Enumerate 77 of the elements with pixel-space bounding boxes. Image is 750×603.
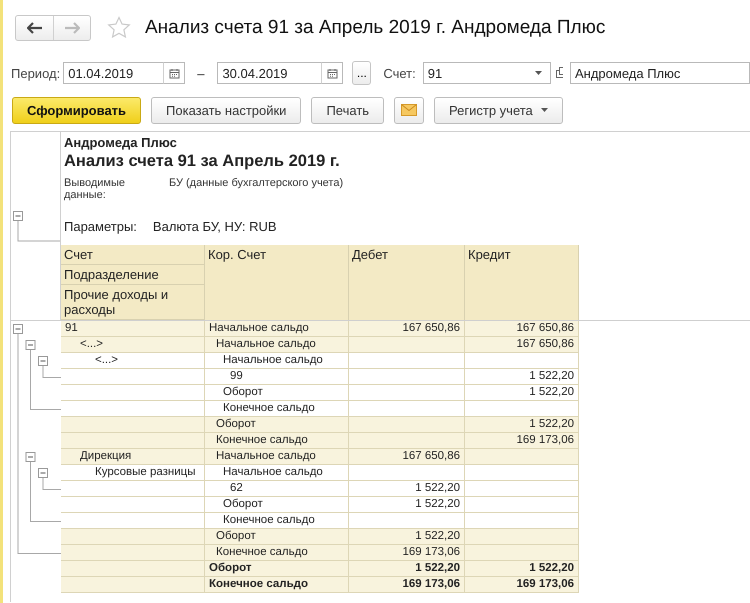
collapse-icon[interactable] bbox=[13, 211, 23, 221]
credit-cell: 1 522,20 bbox=[465, 417, 579, 433]
window-title: Анализ счета 91 за Апрель 2019 г. Андромеда Плюс bbox=[145, 17, 606, 39]
column-header: Прочие доходы и расходы bbox=[61, 285, 205, 320]
debit-cell: 1 522,20 bbox=[349, 529, 465, 545]
dash-separator: – bbox=[197, 66, 204, 80]
debit-cell: 1 522,20 bbox=[349, 481, 465, 497]
account-cell: 91 bbox=[61, 321, 205, 337]
date-field[interactable]: 01.04.2019 bbox=[63, 62, 164, 84]
correspondent-cell: Оборот bbox=[205, 497, 349, 513]
organization-name: Андромеда Плюс bbox=[64, 135, 178, 150]
correspondent-cell: Оборот bbox=[205, 529, 349, 545]
correspondent-cell: Начальное сальдо bbox=[205, 449, 349, 465]
collapse-icon[interactable] bbox=[38, 468, 48, 478]
register-dropdown[interactable]: Регистр учета bbox=[434, 96, 563, 124]
generate-button[interactable]: Сформировать bbox=[12, 96, 142, 124]
collapse-icon[interactable] bbox=[26, 452, 36, 462]
more-button[interactable]: ... bbox=[352, 61, 372, 85]
open-icon[interactable] bbox=[556, 67, 563, 79]
report-heading: Анализ счета 91 за Апрель 2019 г. bbox=[64, 152, 341, 171]
caret-icon bbox=[540, 108, 548, 112]
output-value: БУ (данные бухгалтерского учета) bbox=[169, 177, 344, 191]
column-header: Кор. Счет bbox=[205, 245, 349, 320]
credit-cell: 1 522,20 bbox=[465, 561, 579, 577]
envelope-icon bbox=[401, 104, 418, 116]
credit-cell: 167 650,86 bbox=[465, 321, 579, 337]
column-header: Счет bbox=[61, 245, 205, 265]
correspondent-cell: Оборот bbox=[205, 385, 349, 401]
toolbar-button[interactable]: Печать bbox=[311, 96, 384, 124]
period-label: Период: bbox=[11, 66, 60, 80]
correspondent-cell: Оборот bbox=[205, 417, 349, 433]
correspondent-cell: Начальное сальдо bbox=[205, 337, 349, 353]
calendar-icon[interactable] bbox=[326, 68, 338, 78]
left-arrow-icon bbox=[26, 22, 42, 34]
credit-cell: 1 522,20 bbox=[465, 369, 579, 385]
account-cell: <...> bbox=[61, 337, 205, 353]
correspondent-cell: Конечное сальдо bbox=[205, 433, 349, 449]
parameters-label: Параметры: bbox=[64, 219, 137, 236]
correspondent-cell: Конечное сальдо bbox=[205, 401, 349, 417]
tree-line bbox=[18, 220, 60, 242]
collapse-icon[interactable] bbox=[26, 340, 36, 350]
correspondent-cell: Конечное сальдо bbox=[205, 545, 349, 561]
output-label: Выводимые данные: bbox=[64, 177, 126, 201]
collapse-icon[interactable] bbox=[13, 324, 23, 334]
credit-cell: 169 173,06 bbox=[465, 433, 579, 449]
star-icon[interactable] bbox=[107, 16, 131, 40]
credit-cell: 1 522,20 bbox=[465, 385, 579, 401]
credit-cell: 169 173,06 bbox=[465, 577, 579, 593]
debit-cell: 169 173,06 bbox=[349, 577, 465, 593]
correspondent-cell: Оборот bbox=[205, 561, 349, 577]
toolbar-button[interactable]: Показать настройки bbox=[151, 96, 302, 124]
correspondent-cell: Конечное сальдо bbox=[205, 513, 349, 529]
credit-cell: 167 650,86 bbox=[465, 337, 579, 353]
correspondent-cell: Начальное сальдо bbox=[205, 465, 349, 481]
column-header: Кредит bbox=[465, 245, 579, 320]
debit-cell: 167 650,86 bbox=[349, 449, 465, 465]
correspondent-cell: Начальное сальдо bbox=[205, 353, 349, 369]
debit-cell: 167 650,86 bbox=[349, 321, 465, 337]
correspondent-cell: Начальное сальдо bbox=[205, 321, 349, 337]
debit-cell: 1 522,20 bbox=[349, 561, 465, 577]
column-header: Подразделение bbox=[61, 265, 205, 285]
account-cell: <...> bbox=[61, 353, 205, 369]
right-arrow-icon bbox=[64, 22, 80, 34]
correspondent-cell: Конечное сальдо bbox=[205, 577, 349, 593]
debit-cell: 1 522,20 bbox=[349, 497, 465, 513]
collapse-icon[interactable] bbox=[38, 356, 48, 366]
calendar-icon[interactable] bbox=[168, 68, 180, 78]
date-field[interactable]: 30.04.2019 bbox=[217, 62, 322, 84]
account-cell: Дирекция bbox=[61, 449, 205, 465]
account-cell: Курсовые разницы bbox=[61, 465, 205, 481]
parameters-value: Валюта БУ, НУ: RUB bbox=[152, 219, 277, 236]
correspondent-cell: 99 bbox=[205, 369, 349, 385]
debit-cell: 169 173,06 bbox=[349, 545, 465, 561]
organization-field[interactable]: Андромеда Плюс bbox=[570, 62, 750, 84]
correspondent-cell: 62 bbox=[205, 481, 349, 497]
account-label: Счет: bbox=[383, 66, 416, 80]
column-header: Дебет bbox=[349, 245, 465, 320]
